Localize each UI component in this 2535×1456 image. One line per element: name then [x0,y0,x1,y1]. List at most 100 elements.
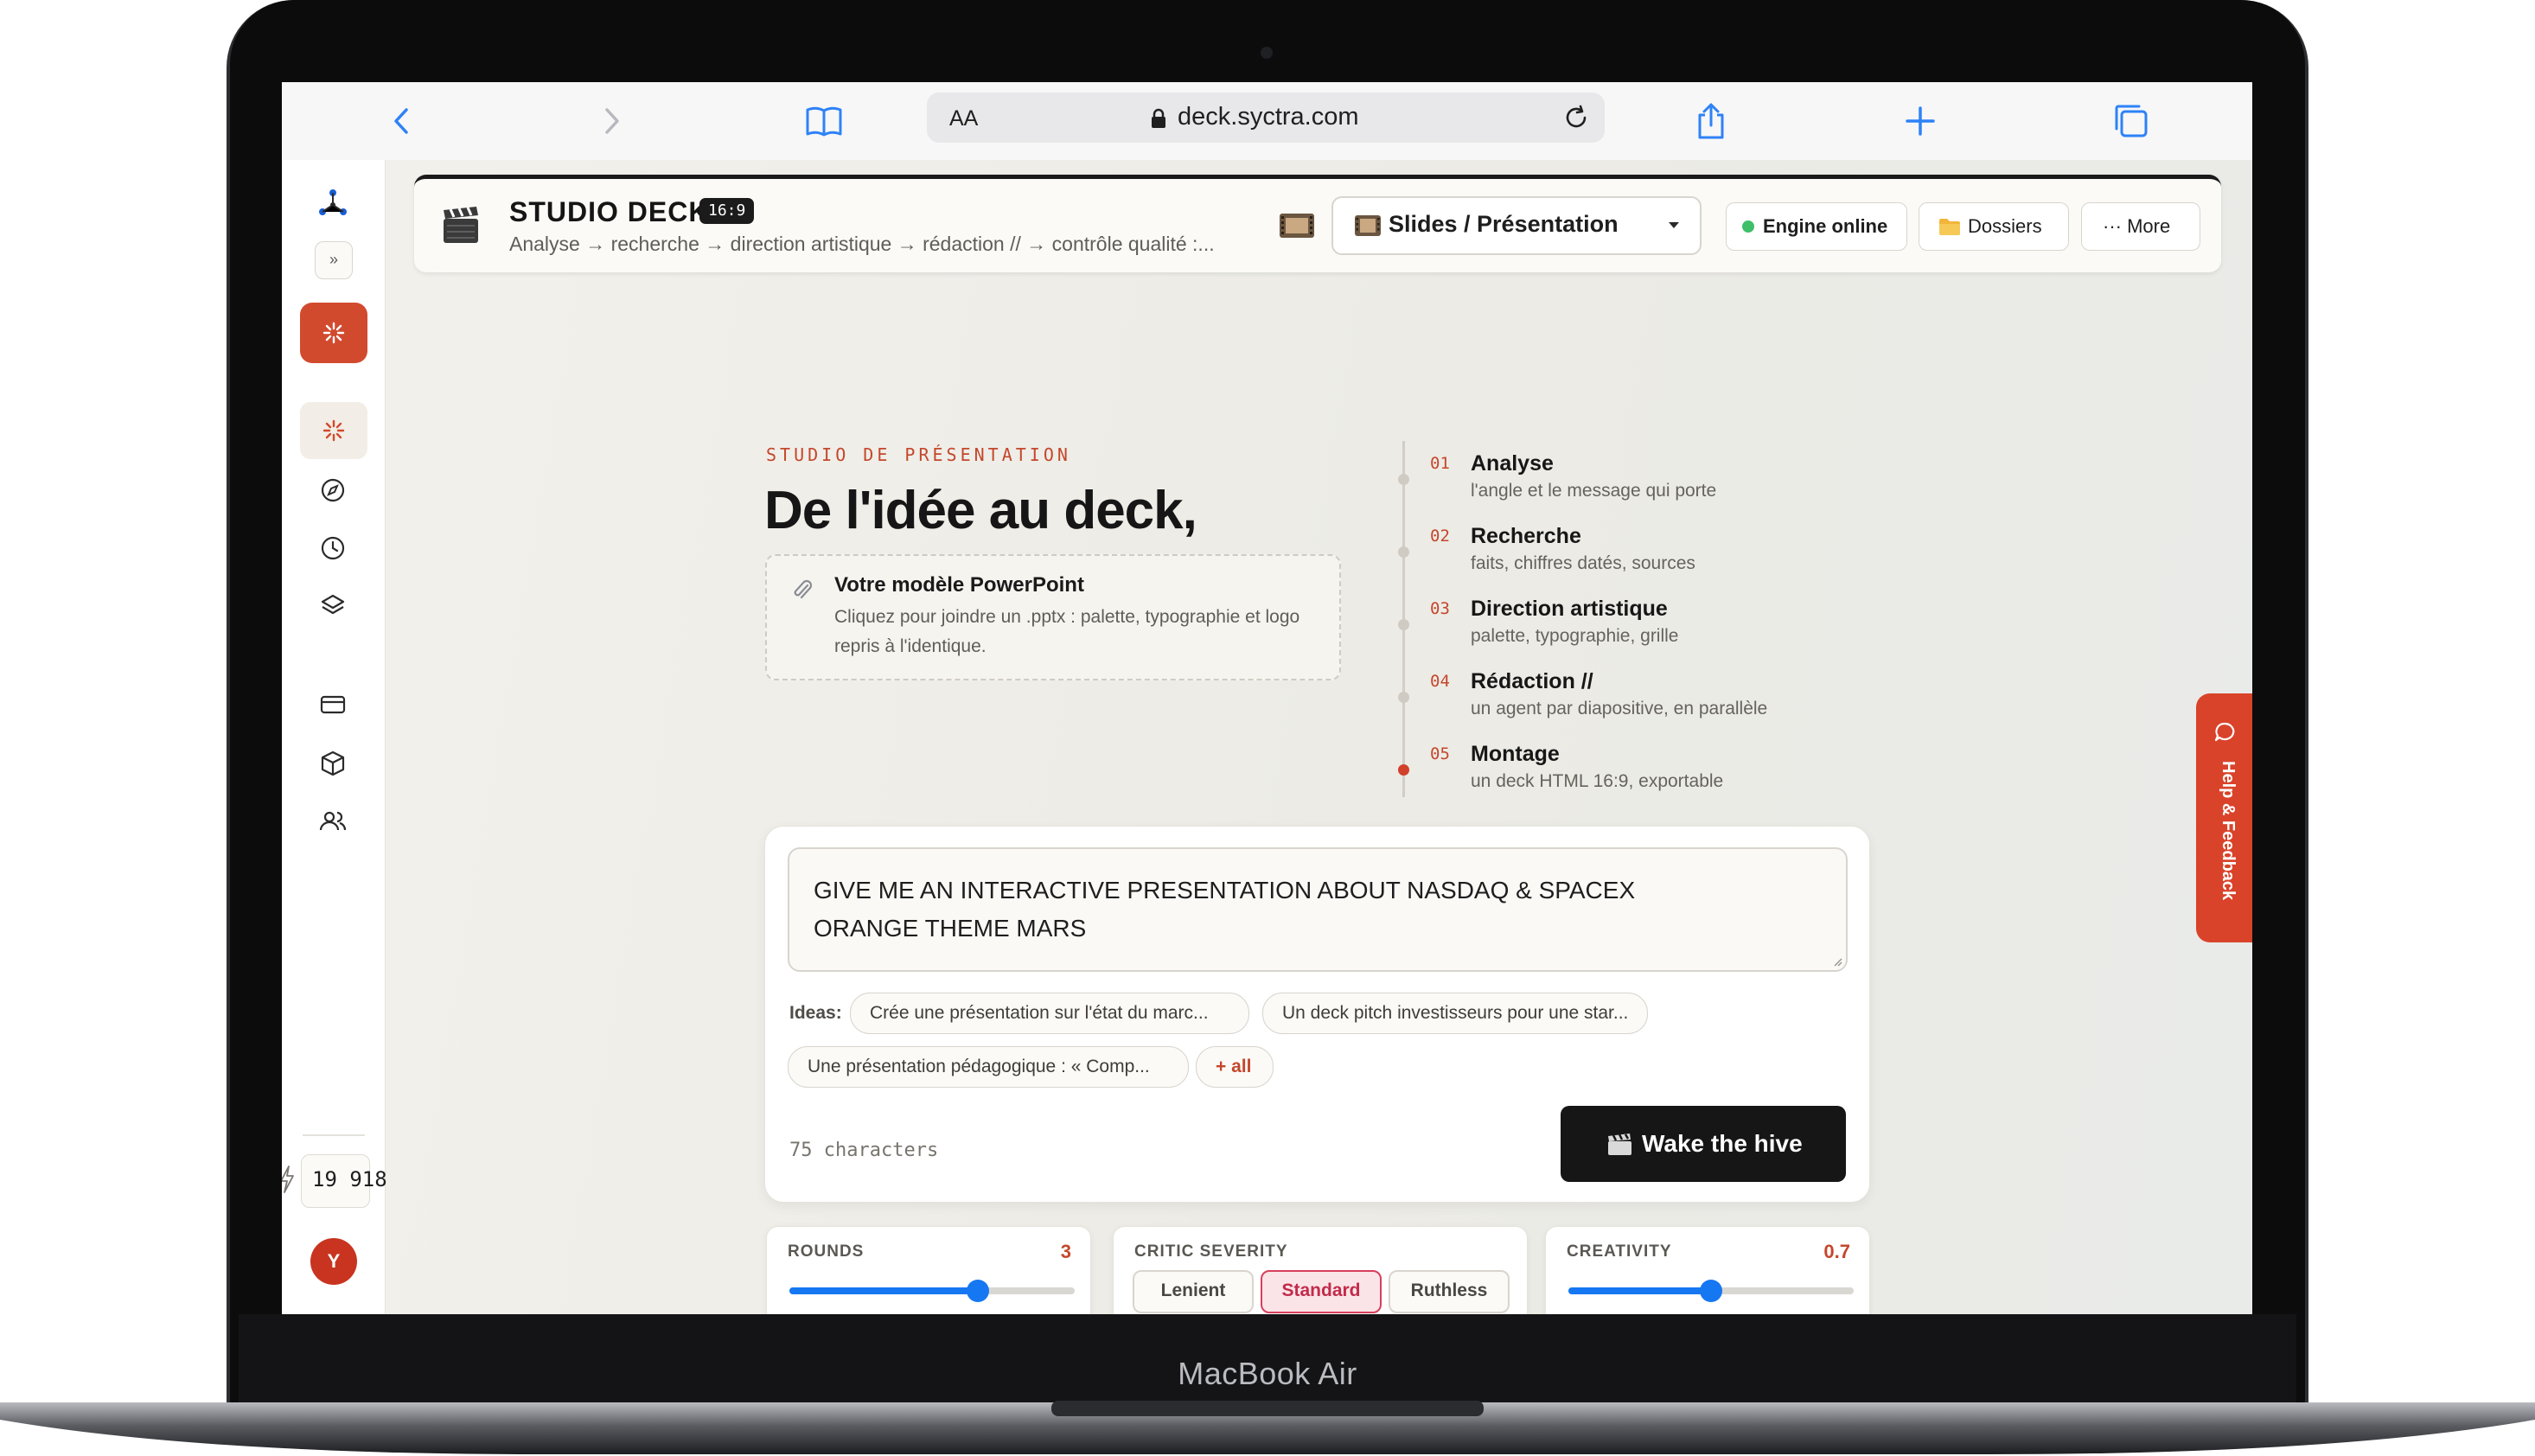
app-area: » 19 918 Y STUDIO DECK 16:9 Analyse → re… [282,160,2252,1314]
forward-icon[interactable] [591,101,631,141]
sidebar-divider [303,1134,365,1136]
template-title: Votre modèle PowerPoint [834,573,1084,597]
url-text: deck.syctra.com [1178,103,1359,131]
step-number: 05 [1430,744,1450,763]
step-marker-current [1398,764,1409,776]
bookmarks-icon[interactable] [804,101,844,141]
users-icon[interactable] [316,804,350,839]
tabs-icon[interactable] [2111,101,2151,141]
rounds-slider-thumb[interactable] [966,1280,989,1302]
template-description: Cliquez pour joindre un .pptx : palette,… [834,607,1300,656]
clock-icon[interactable] [316,531,350,565]
mode-select[interactable]: Slides / Présentation [1331,196,1702,255]
camera [1261,47,1273,59]
rounds-label: ROUNDS [788,1242,865,1261]
film-frames-icon [1355,215,1381,236]
creativity-slider-fill [1568,1287,1711,1294]
credits-counter: 19 918 [301,1154,387,1208]
idea-chip[interactable]: Crée une présentation sur l'état du marc… [850,993,1249,1034]
cube-icon[interactable] [316,746,350,781]
creativity-slider[interactable] [1568,1280,1854,1302]
chevron-down-icon [1669,222,1679,228]
step-title: Direction artistique [1471,597,1668,621]
rounds-value: 3 [1060,1241,1071,1262]
creativity-card: CREATIVITY 0.7 [1545,1226,1870,1314]
avatar[interactable]: Y [310,1238,357,1285]
all-ideas-button[interactable]: + all [1196,1046,1274,1088]
clapperboard-icon [1608,1134,1631,1155]
step-marker [1398,474,1409,485]
new-tab-icon[interactable] [1900,101,1940,141]
step-description: faits, chiffres datés, sources [1471,553,1695,573]
step-number: 03 [1430,599,1450,618]
new-project-button[interactable] [300,303,367,363]
idea-chip[interactable]: Une présentation pédagogique : « Comp... [788,1046,1189,1088]
pipeline-subtitle: Analyse → recherche → direction artistiq… [509,233,1215,255]
film-frames-icon [1280,214,1314,238]
dossiers-button[interactable]: Dossiers [1919,202,2069,251]
wake-button-label: Wake the hive [1642,1130,1803,1157]
bolt-icon [282,1165,294,1193]
screen: AA deck.syctra.com » 19 918 Y STUDIO DEC… [282,82,2252,1314]
sidebar: » 19 918 Y [282,160,387,1314]
header-bar: STUDIO DECK 16:9 Analyse → recherche → d… [414,175,2221,272]
sidebar-item-studio[interactable] [300,402,367,459]
more-button[interactable]: ··· More [2081,202,2200,251]
hero-kicker: STUDIO DE PRÉSENTATION [766,444,1071,465]
template-upload-card[interactable]: Votre modèle PowerPoint Cliquez pour joi… [765,554,1341,680]
text-size-button[interactable]: AA [949,106,978,131]
logo-icon[interactable] [316,186,350,220]
more-label: ··· More [2103,215,2171,237]
rounds-card: ROUNDS 3 [766,1226,1091,1314]
share-icon[interactable] [1691,101,1731,141]
step-title: Rédaction // [1471,669,1593,693]
resize-handle-icon[interactable] [1830,955,1842,967]
help-feedback-label: Help & Feedback [2219,761,2238,901]
step-description: un agent par diapositive, en parallèle [1471,699,1768,718]
lock-icon [1152,108,1165,128]
app-title: STUDIO DECK [509,196,710,227]
critic-severity-label: CRITIC SEVERITY [1134,1242,1288,1261]
compass-icon[interactable] [316,473,350,508]
back-icon[interactable] [382,101,422,141]
idea-chip[interactable]: Un deck pitch investisseurs pour une sta… [1262,993,1648,1034]
rounds-slider[interactable] [789,1280,1075,1302]
creativity-value: 0.7 [1823,1241,1850,1262]
address-bar[interactable]: AA deck.syctra.com [927,93,1605,143]
browser-toolbar: AA deck.syctra.com [282,82,2252,160]
step-number: 01 [1430,454,1450,473]
chat-bubble-icon [2214,722,2235,742]
rounds-slider-fill [789,1287,978,1294]
dossiers-label: Dossiers [1968,215,2042,237]
creativity-label: CREATIVITY [1567,1242,1672,1261]
step-number: 04 [1430,672,1450,691]
engine-status-label: Engine online [1763,215,1888,237]
layers-icon[interactable] [316,588,350,623]
step-marker [1398,619,1409,630]
critic-option-standard[interactable]: Standard [1261,1270,1382,1313]
engine-status-badge[interactable]: Engine online [1726,202,1907,251]
prompt-card: GIVE ME AN INTERACTIVE PRESENTATION ABOU… [764,826,1870,1203]
prompt-text: GIVE ME AN INTERACTIVE PRESENTATION ABOU… [814,877,1636,942]
step-title: Montage [1471,742,1560,766]
help-feedback-tab[interactable]: Help & Feedback [2196,693,2252,942]
creativity-slider-thumb[interactable] [1700,1280,1722,1302]
expand-sidebar-button[interactable]: » [315,241,353,279]
credits-value: 19 918 [312,1167,387,1191]
critic-severity-card: CRITIC SEVERITY Lenient Standard Ruthles… [1113,1226,1528,1314]
character-count: 75 characters [789,1140,939,1161]
wake-the-hive-button[interactable]: Wake the hive [1561,1106,1846,1182]
clapperboard-icon [444,207,478,243]
critic-option-ruthless[interactable]: Ruthless [1389,1270,1510,1313]
critic-option-lenient[interactable]: Lenient [1133,1270,1254,1313]
ideas-label: Ideas: [789,1003,842,1023]
step-number: 02 [1430,527,1450,546]
reload-icon[interactable] [1561,103,1591,132]
device-label: MacBook Air [1178,1356,1357,1391]
step-marker [1398,692,1409,703]
step-title: Analyse [1471,451,1554,476]
card-icon[interactable] [316,687,350,722]
prompt-textarea[interactable]: GIVE ME AN INTERACTIVE PRESENTATION ABOU… [788,847,1848,972]
folder-icon [1939,219,1960,235]
mode-select-value: Slides / Présentation [1389,211,1619,237]
